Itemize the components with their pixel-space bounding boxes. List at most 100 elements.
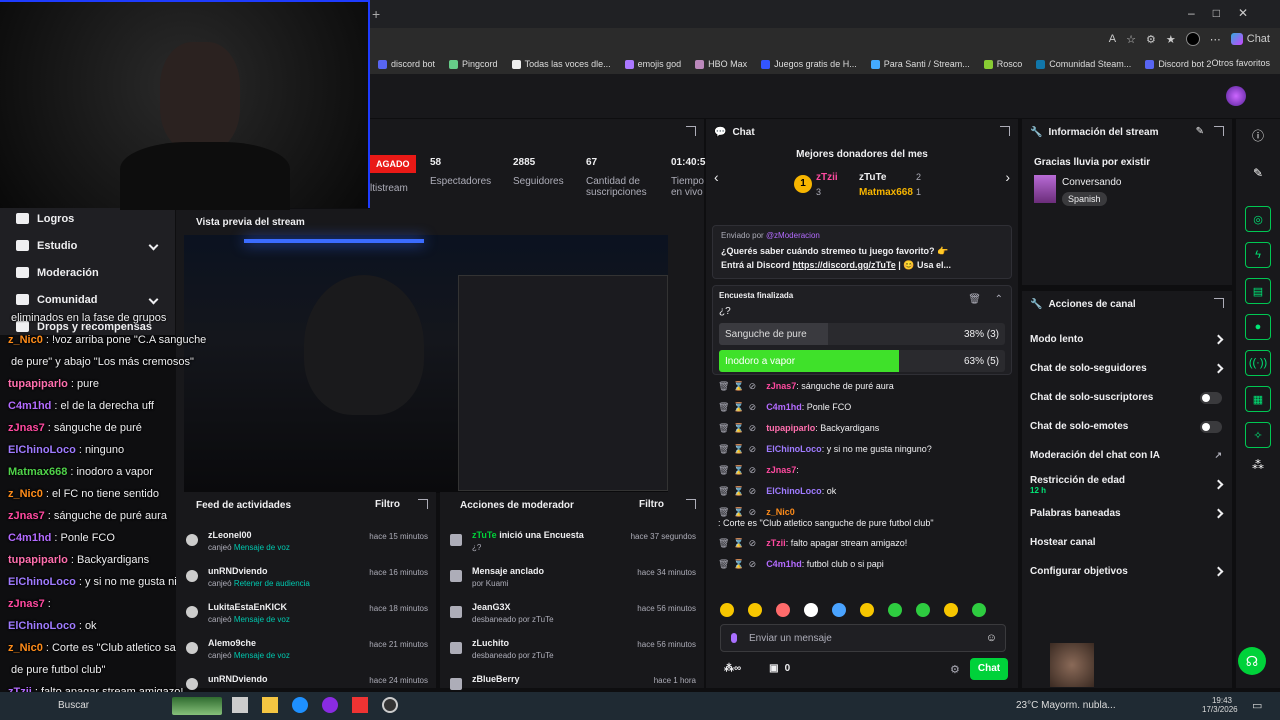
- extensions-icon[interactable]: ⚙: [1146, 33, 1156, 46]
- new-tab-icon[interactable]: +: [372, 6, 380, 22]
- emoji-icon[interactable]: ☺: [986, 632, 997, 644]
- channel-action-1[interactable]: Chat de solo-seguidores: [1022, 354, 1232, 383]
- popout-icon[interactable]: [1214, 298, 1224, 308]
- taskbar-widget[interactable]: [172, 697, 222, 715]
- send-chat-button[interactable]: Chat: [970, 658, 1008, 680]
- bookmark-item[interactable]: Rosco: [983, 59, 1022, 69]
- favorite-icon[interactable]: ☆: [1126, 33, 1136, 46]
- bookmark-item[interactable]: Para Santi / Stream...: [870, 59, 970, 69]
- bookmark-item[interactable]: discord bot: [378, 59, 435, 69]
- mod-tools-icon[interactable]: 🗑⌛⊘: [718, 444, 760, 455]
- bookmark-item[interactable]: Comunidad Steam...: [1036, 59, 1131, 69]
- channel-action-7[interactable]: Hostear canal: [1022, 528, 1232, 557]
- server-icon[interactable]: ▦: [1245, 386, 1271, 412]
- collapse-icon[interactable]: ⌃: [995, 294, 1003, 305]
- more-icon[interactable]: ⋯: [1210, 33, 1221, 46]
- support-headset-icon[interactable]: ☊: [1238, 647, 1266, 675]
- chat-bubble-icon[interactable]: ●: [1245, 314, 1271, 340]
- mod-tools-icon[interactable]: 🗑⌛⊘: [718, 486, 760, 497]
- prev-arrow-icon[interactable]: ‹: [714, 169, 719, 185]
- chat-message[interactable]: 🗑⌛⊘ C4m1hd: Ponle FCO: [718, 402, 1010, 413]
- tag-pill[interactable]: Spanish: [1062, 192, 1107, 206]
- mod-action-item[interactable]: Mensaje anclado por Kuami hace 34 minutos: [440, 562, 704, 598]
- other-bookmarks[interactable]: Otros favoritos: [1211, 58, 1270, 68]
- emote-icon[interactable]: [944, 603, 958, 617]
- emote-icon[interactable]: [748, 603, 762, 617]
- chat-message[interactable]: 🗑⌛⊘ tupapiparlo: Backyardigans: [718, 423, 1010, 434]
- activity-item[interactable]: unRNDviendo canjeó Retener de audiencia ha…: [176, 562, 436, 598]
- info-icon[interactable]: ⓘ: [1252, 127, 1264, 144]
- mic-icon[interactable]: [731, 633, 737, 643]
- favorites-icon[interactable]: ★: [1166, 33, 1176, 46]
- chat-message[interactable]: 🗑⌛⊘ zJnas7: sánguche de puré aura: [718, 381, 1010, 392]
- task-view-icon[interactable]: [232, 697, 248, 713]
- channel-action-4[interactable]: Moderación del chat con IA ↗: [1022, 441, 1232, 470]
- obs-icon[interactable]: [382, 697, 398, 713]
- emote-icon[interactable]: [804, 603, 818, 617]
- clock[interactable]: 19:43 17/3/2026: [1202, 696, 1238, 714]
- trash-icon[interactable]: 🗑: [968, 294, 981, 305]
- profile-avatar[interactable]: [1185, 32, 1200, 46]
- media-icon[interactable]: [352, 697, 368, 713]
- chat-message[interactable]: 🗑⌛⊘ zTzii: falto apagar stream amigazo!: [718, 538, 1010, 549]
- popout-icon[interactable]: [686, 499, 696, 509]
- channel-action-2[interactable]: Chat de solo-suscriptores: [1022, 383, 1232, 412]
- emote-icon[interactable]: [972, 603, 986, 617]
- broadcast-icon[interactable]: ((·)): [1245, 350, 1271, 376]
- chat-message[interactable]: 🗑⌛⊘ C4m1hd: futbol club o si papi: [718, 559, 1010, 570]
- chat-message[interactable]: 🗑⌛⊘ ElChinoLoco: ok: [718, 486, 1010, 497]
- emote-icon[interactable]: [720, 603, 734, 617]
- emote-icon[interactable]: [776, 603, 790, 617]
- mod-action-item[interactable]: zTuTe inició una Encuesta ¿? hace 37 segun…: [440, 526, 704, 562]
- copilot-chat-button[interactable]: Chat: [1230, 33, 1270, 45]
- read-aloud-icon[interactable]: A: [1109, 33, 1116, 45]
- edge-icon[interactable]: [292, 697, 308, 713]
- bookmark-item[interactable]: Todas las voces dle...: [511, 59, 611, 69]
- activity-item[interactable]: Alemo9che canjeó Mensaje de voz hace 21 mi…: [176, 634, 436, 670]
- camera-icon[interactable]: ◎: [1245, 206, 1271, 232]
- chat-message[interactable]: 🗑⌛⊘ ElChinoLoco: y si no me gusta ninguno…: [718, 444, 1010, 455]
- edit-icon[interactable]: ✎: [1196, 126, 1204, 137]
- emote-icon[interactable]: [832, 603, 846, 617]
- channel-action-6[interactable]: Palabras baneadas: [1022, 499, 1232, 528]
- pencil-icon[interactable]: ✎: [1253, 166, 1263, 180]
- user-avatar[interactable]: [1226, 86, 1246, 106]
- clipboard-icon[interactable]: ▤: [1245, 278, 1271, 304]
- points-icon[interactable]: ▣: [769, 663, 778, 674]
- emote-icon[interactable]: [860, 603, 874, 617]
- toggle-switch[interactable]: [1200, 391, 1222, 404]
- extensions-rail-icon[interactable]: ⁂: [1252, 458, 1264, 472]
- next-arrow-icon[interactable]: ›: [1005, 169, 1010, 185]
- pinned-link[interactable]: https://discord.gg/zTuTe: [793, 260, 896, 270]
- channel-action-3[interactable]: Chat de solo-emotes: [1022, 412, 1232, 441]
- weather[interactable]: 23°C Mayorm. nubla...: [1016, 700, 1116, 711]
- bookmark-item[interactable]: Juegos gratis de H...: [761, 59, 857, 69]
- notifications-icon[interactable]: ▭: [1252, 699, 1262, 712]
- chat-message[interactable]: 🗑⌛⊘ zJnas7:: [718, 465, 1010, 476]
- activity-filter-button[interactable]: Filtro: [375, 499, 400, 510]
- channel-action-5[interactable]: Restricción de edad 12 h: [1022, 470, 1232, 499]
- popout-icon[interactable]: [418, 499, 428, 509]
- bookmark-item[interactable]: Pingcord: [449, 59, 498, 69]
- mod-tools-icon[interactable]: 🗑⌛⊘: [718, 507, 760, 518]
- infinity-icon[interactable]: ⁂∞: [724, 663, 741, 674]
- popout-icon[interactable]: [686, 126, 696, 136]
- sidebar-item-moderación[interactable]: Moderación: [0, 259, 175, 286]
- mod-filter-button[interactable]: Filtro: [639, 499, 664, 510]
- settings-gear-icon[interactable]: ⚙: [950, 663, 960, 676]
- bookmark-item[interactable]: HBO Max: [695, 59, 747, 69]
- mod-action-item[interactable]: JeanG3X desbaneado por zTuTe hace 56 minu…: [440, 598, 704, 634]
- taskbar-search[interactable]: Buscar: [58, 700, 89, 711]
- sidebar-item-estudio[interactable]: Estudio: [0, 232, 175, 259]
- pinned-message[interactable]: Enviado por @zModeracion ¿Querés saber c…: [712, 225, 1012, 279]
- bookmark-item[interactable]: emojis god: [624, 59, 681, 69]
- bookmark-item[interactable]: Discord bot 2: [1145, 59, 1211, 69]
- activity-item[interactable]: LukitaEstaEnKICK canjeó Mensaje de voz hac…: [176, 598, 436, 634]
- chat-input[interactable]: Enviar un mensaje ☺: [720, 624, 1006, 652]
- popout-icon[interactable]: [1214, 126, 1224, 136]
- emote-icon[interactable]: [888, 603, 902, 617]
- toggle-switch[interactable]: [1200, 420, 1222, 433]
- mod-tools-icon[interactable]: 🗑⌛⊘: [718, 402, 760, 413]
- file-explorer-icon[interactable]: [262, 697, 278, 713]
- bolt-icon[interactable]: ϟ: [1245, 242, 1271, 268]
